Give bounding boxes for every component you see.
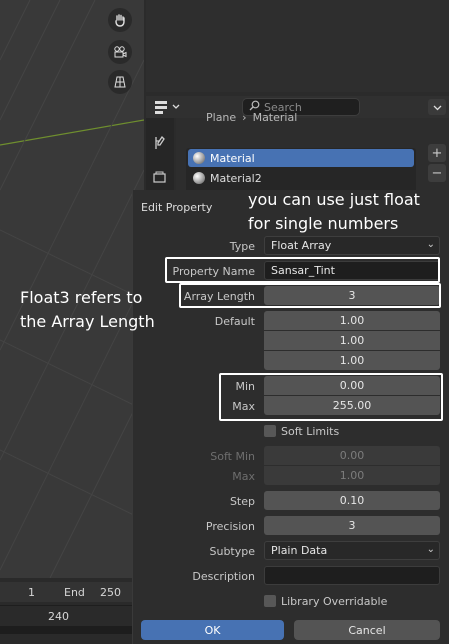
- precision-field[interactable]: 3: [264, 516, 440, 535]
- breadcrumb-object: Plane: [206, 112, 237, 124]
- default-field-0[interactable]: 1.00: [264, 311, 440, 330]
- properties-header: Search: [146, 96, 449, 118]
- description-field[interactable]: [264, 566, 440, 585]
- grid-icon[interactable]: [108, 70, 132, 94]
- breadcrumb: Plane › Material: [206, 112, 297, 124]
- properties-tabs: [146, 118, 174, 198]
- soft-limits-label: Soft Limits: [281, 425, 340, 438]
- float-note-line2: for single numbers: [248, 214, 399, 233]
- library-overridable-label: Library Overridable: [281, 595, 388, 608]
- property-name-highlight: [165, 257, 440, 283]
- soft-min-field[interactable]: 0.00: [264, 446, 440, 465]
- subtype-label: Subtype: [209, 545, 255, 558]
- step-label: Step: [229, 495, 255, 508]
- default-field-1[interactable]: 1.00: [264, 331, 440, 350]
- start-frame[interactable]: 1: [28, 586, 35, 599]
- type-label: Type: [229, 240, 255, 253]
- current-frame-row[interactable]: 240: [0, 605, 132, 626]
- frame-range: 1 End 250: [0, 582, 132, 602]
- remove-slot-button[interactable]: −: [428, 164, 446, 182]
- array-length-highlight: [179, 283, 441, 308]
- material-sphere-icon: [193, 172, 205, 184]
- material-slot-label: Material: [210, 151, 255, 165]
- tool-tab-icon[interactable]: [151, 134, 169, 152]
- list-item[interactable]: Material2: [188, 169, 414, 187]
- chevron-down-icon: ⌄: [426, 544, 435, 555]
- soft-min-label: Soft Min: [210, 450, 255, 463]
- chevron-down-icon: [433, 101, 442, 114]
- float3-note-line1: Float3 refers to: [20, 288, 143, 307]
- end-label: End: [64, 586, 85, 599]
- float-note-line1: you can use just float: [248, 190, 420, 209]
- end-frame[interactable]: 250: [100, 586, 121, 599]
- timeline: 1 End 250 240: [0, 578, 132, 644]
- options-dropdown[interactable]: [428, 99, 446, 115]
- float3-note-line2: the Array Length: [20, 312, 155, 331]
- default-field-2[interactable]: 1.00: [264, 351, 440, 370]
- soft-limits-checkbox[interactable]: [264, 425, 276, 437]
- editor-type-icon[interactable]: [154, 99, 182, 115]
- min-max-highlight: [219, 373, 443, 421]
- type-select[interactable]: Float Array ⌄: [264, 236, 440, 255]
- material-slot-list: Material Material2: [186, 148, 416, 192]
- breadcrumb-separator: ›: [242, 112, 247, 124]
- add-slot-button[interactable]: +: [428, 144, 446, 162]
- chevron-down-icon: ⌄: [426, 239, 435, 250]
- material-panel: Plane › Material Material Material2 + −: [176, 112, 449, 198]
- precision-label: Precision: [205, 520, 255, 533]
- current-frame: 240: [48, 610, 69, 623]
- soft-max-label: Max: [232, 470, 255, 483]
- soft-max-field[interactable]: 1.00: [264, 466, 440, 485]
- list-item[interactable]: Material: [188, 149, 414, 167]
- library-overridable-checkbox[interactable]: [264, 595, 276, 607]
- material-slot-label: Material2: [210, 171, 262, 185]
- timeline-scrollbar[interactable]: [0, 626, 132, 634]
- subtype-value: Plain Data: [271, 544, 328, 557]
- breadcrumb-material: Material: [252, 112, 298, 124]
- hand-icon[interactable]: [108, 8, 132, 32]
- render-tab-icon[interactable]: [151, 168, 169, 186]
- material-sphere-icon: [193, 152, 205, 164]
- description-label: Description: [192, 570, 255, 583]
- outliner-panel: [146, 0, 449, 92]
- subtype-select[interactable]: Plain Data ⌄: [264, 541, 440, 560]
- type-value: Float Array: [271, 239, 332, 252]
- step-field[interactable]: 0.10: [264, 491, 440, 510]
- ok-button[interactable]: OK: [141, 620, 284, 640]
- cancel-button[interactable]: Cancel: [294, 620, 440, 640]
- camera-icon[interactable]: [108, 40, 132, 64]
- dialog-title: Edit Property: [141, 201, 213, 214]
